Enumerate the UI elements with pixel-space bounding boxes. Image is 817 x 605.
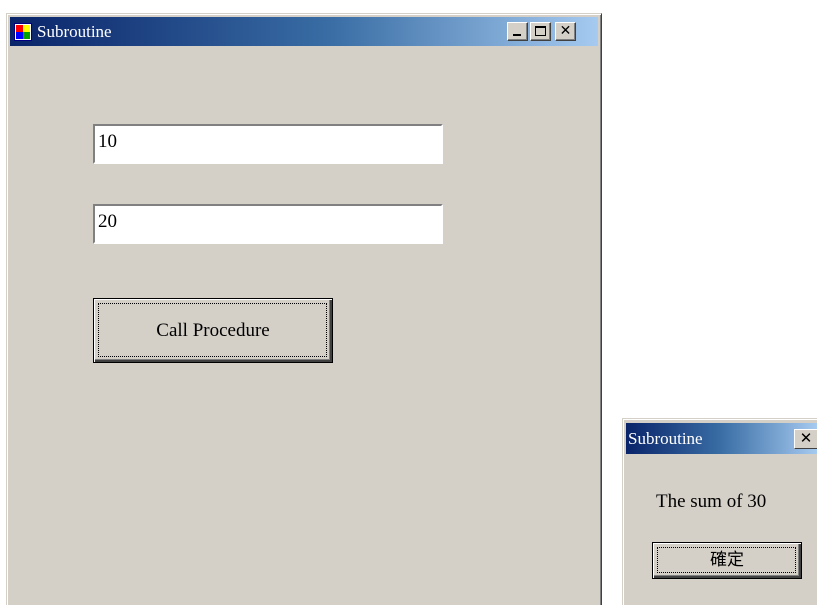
main-titlebar[interactable]: Subroutine ✕ — [10, 17, 598, 46]
maximize-icon — [535, 26, 546, 36]
call-procedure-label: Call Procedure — [156, 320, 270, 341]
close-icon: ✕ — [799, 429, 813, 447]
window-title: Subroutine — [37, 22, 112, 41]
message-box-close-button[interactable]: ✕ — [794, 429, 817, 449]
call-procedure-button[interactable]: Call Procedure — [93, 298, 333, 363]
close-button[interactable]: ✕ — [555, 22, 576, 41]
minimize-button[interactable] — [507, 22, 528, 41]
minimize-icon — [513, 34, 521, 36]
number1-value: 10 — [98, 131, 117, 152]
windows-form-icon[interactable] — [14, 23, 32, 41]
message-box-titlebar[interactable]: Subroutine ✕ — [626, 423, 817, 454]
maximize-button[interactable] — [530, 22, 551, 41]
ok-label: 確定 — [710, 550, 744, 570]
message-text: The sum of 30 — [656, 491, 767, 512]
close-icon: ✕ — [559, 23, 572, 39]
number2-input[interactable]: 20 — [92, 203, 444, 245]
main-window: Subroutine ✕ 10 20 Call Procedure — [6, 13, 602, 605]
ok-button[interactable]: 確定 — [652, 542, 802, 579]
message-box-title: Subroutine — [628, 429, 703, 448]
number2-value: 20 — [98, 211, 117, 232]
number1-input[interactable]: 10 — [92, 123, 444, 165]
message-box: Subroutine ✕ The sum of 30 確定 — [622, 418, 817, 605]
